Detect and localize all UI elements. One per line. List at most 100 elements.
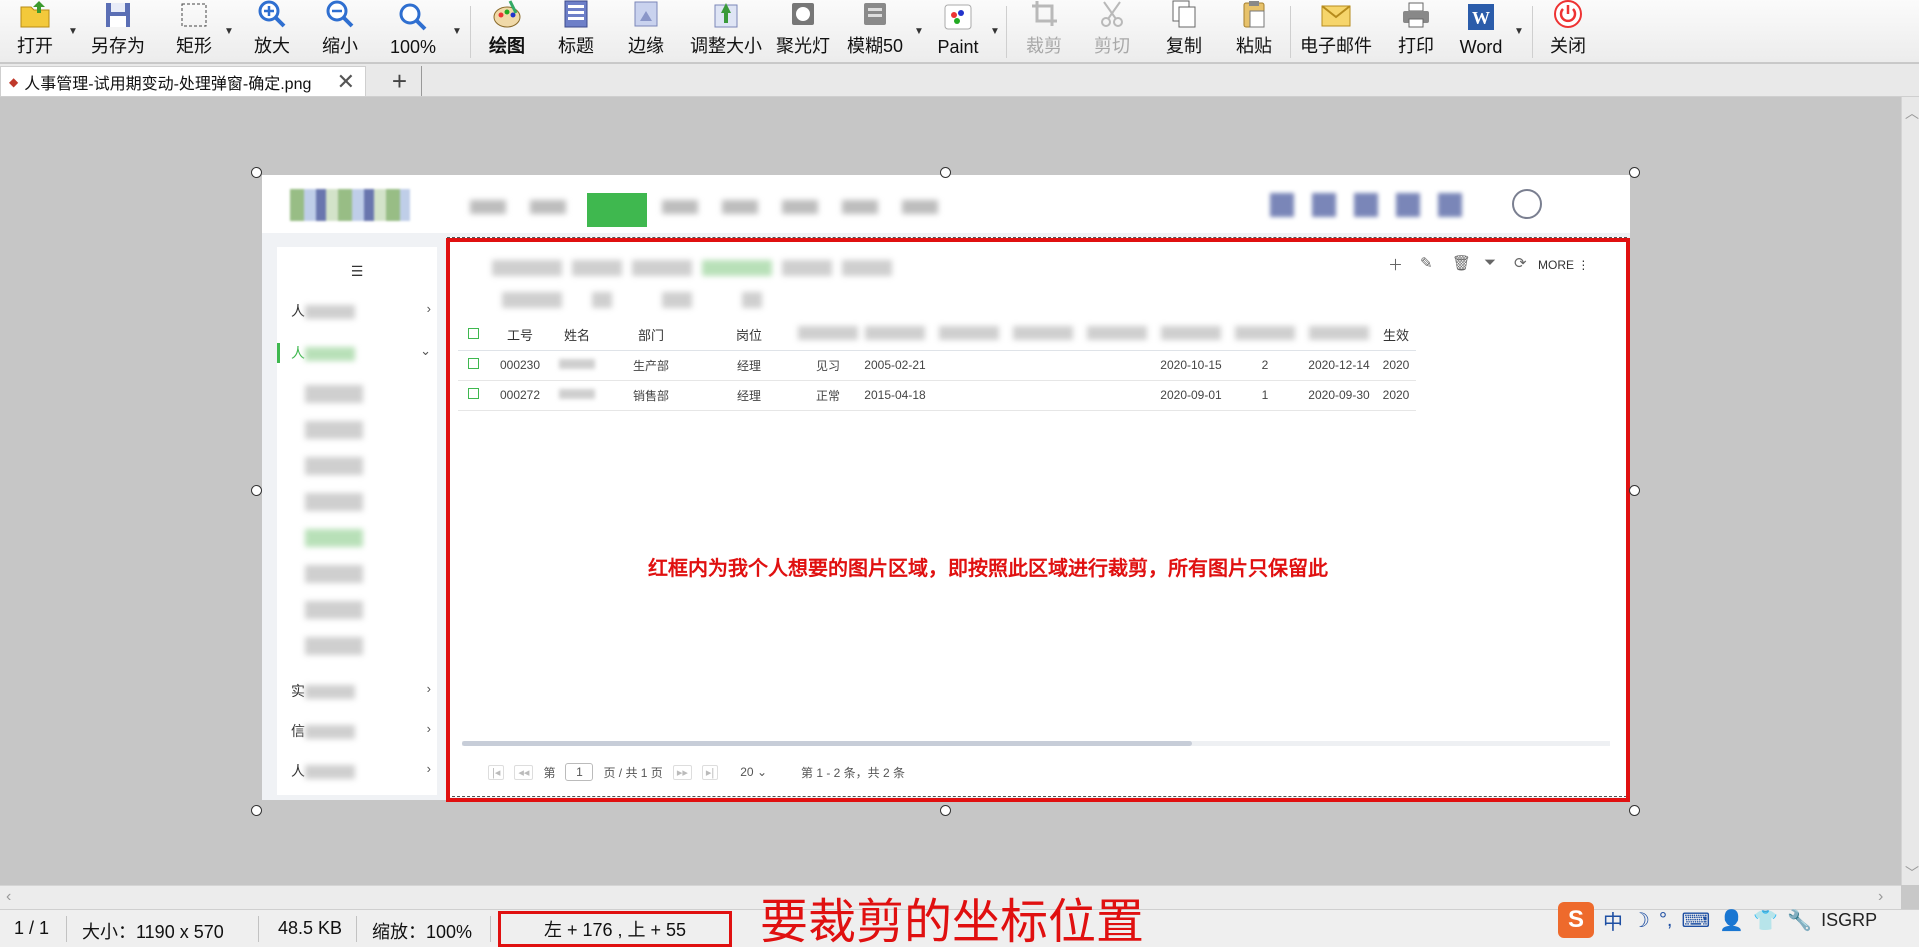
zoom-out-button[interactable]: 缩小 — [312, 0, 368, 63]
save-as-button[interactable]: 另存为 — [84, 0, 152, 63]
toolbar-divider — [470, 6, 471, 58]
punctuation-icon[interactable]: °, — [1659, 909, 1673, 932]
nav-item — [530, 200, 566, 214]
scroll-left-icon[interactable]: ‹ — [6, 888, 11, 906]
chevron-right-icon: › — [426, 681, 431, 696]
paste-button[interactable]: 粘贴 — [1226, 0, 1282, 63]
image-dimensions: 大小：1190 x 570 — [82, 922, 224, 942]
blur-dropdown-icon[interactable]: ▼ — [914, 26, 924, 37]
resize-handle-n[interactable] — [940, 167, 951, 178]
scroll-down-icon[interactable]: ﹀ — [1905, 863, 1919, 883]
sogou-logo-icon[interactable]: S — [1558, 902, 1594, 938]
magnifier-icon — [396, 0, 430, 34]
moon-icon[interactable]: ☽ — [1632, 908, 1650, 933]
sidebar-subitem — [305, 457, 363, 475]
chevron-right-icon: › — [426, 721, 431, 736]
shirt-icon[interactable]: 👕 — [1753, 908, 1778, 933]
word-dropdown-icon[interactable]: ▼ — [1514, 26, 1524, 37]
resize-handle-sw[interactable] — [251, 805, 262, 816]
avatar — [1512, 189, 1542, 219]
header-icon — [1354, 193, 1378, 217]
draw-button[interactable]: 绘图 — [478, 0, 536, 63]
tab-close-icon[interactable]: ✕ — [337, 69, 355, 95]
floppy-icon — [101, 0, 135, 29]
blur-button[interactable]: 模糊50 — [842, 0, 908, 63]
folder-icon — [18, 0, 52, 29]
vertical-scrollbar[interactable]: ︿ ﹀ — [1901, 97, 1919, 885]
crop-button[interactable]: 裁剪 — [1016, 0, 1072, 63]
chevron-down-icon: ⌄ — [420, 343, 431, 358]
rectangle-dropdown-icon[interactable]: ▼ — [224, 26, 234, 37]
chevron-right-icon: › — [426, 761, 431, 776]
file-size: 48.5 KB — [278, 918, 343, 938]
nav-item — [902, 200, 938, 214]
nav-item — [470, 200, 506, 214]
resize-handle-ne[interactable] — [1629, 167, 1640, 178]
paint-button[interactable]: Paint — [928, 0, 988, 63]
paint-icon — [941, 0, 975, 34]
sidebar-subitem — [305, 385, 363, 403]
caption-button[interactable]: 标题 — [548, 0, 604, 63]
resize-handle-se[interactable] — [1629, 805, 1640, 816]
zoom-dropdown-icon[interactable]: ▼ — [452, 26, 462, 37]
wrench-icon[interactable]: 🔧 — [1787, 908, 1812, 933]
envelope-icon — [1319, 0, 1353, 29]
keyboard-icon[interactable]: ⌨ — [1682, 908, 1711, 933]
scissors-icon — [1095, 0, 1129, 29]
tab-bar: ◆ 人事管理-试用期变动-处理弹窗-确定.png ✕ + — [0, 64, 1919, 97]
printer-icon — [1399, 0, 1433, 29]
paint-dropdown-icon[interactable]: ▼ — [990, 26, 1000, 37]
resize-icon — [709, 0, 743, 29]
main-toolbar: 打开 ▼ 另存为 矩形 ▼ 放大 缩小 100% ▼ 绘图 标题 边缘 调整大小 — [0, 0, 1919, 63]
scroll-up-icon[interactable]: ︿ — [1905, 103, 1919, 123]
border-icon — [629, 0, 663, 29]
copy-button[interactable]: 复制 — [1156, 0, 1212, 63]
crop-annotation-text: 红框内为我个人想要的图片区域，即按照此区域进行裁剪，所有图片只保留此 — [648, 558, 1328, 580]
sidebar-subitem — [305, 565, 363, 583]
word-button[interactable]: W Word — [1452, 0, 1510, 63]
resize-handle-e[interactable] — [1629, 485, 1640, 496]
page-indicator: 1 / 1 — [14, 918, 50, 938]
print-button[interactable]: 打印 — [1388, 0, 1444, 63]
app-header — [262, 175, 1630, 233]
rectangle-button[interactable]: 矩形 — [166, 0, 222, 63]
new-tab-button[interactable]: + — [378, 66, 422, 96]
zoom-100-button[interactable]: 100% — [382, 0, 444, 63]
zoom-in-button[interactable]: 放大 — [244, 0, 300, 63]
scroll-right-icon[interactable]: › — [1878, 888, 1883, 906]
zoom-in-icon — [255, 0, 289, 29]
sidebar-item: 人 › — [291, 301, 431, 320]
crop-region-outline — [446, 238, 1630, 802]
resize-handle-s[interactable] — [940, 805, 951, 816]
email-button[interactable]: 电子邮件 — [1296, 0, 1376, 63]
cut-button[interactable]: 剪切 — [1084, 0, 1140, 63]
border-button[interactable]: 边缘 — [618, 0, 674, 63]
clipboard-icon — [1237, 0, 1271, 29]
word-icon: W — [1464, 0, 1498, 34]
resize-handle-w[interactable] — [251, 485, 262, 496]
ime-toolbar: S 中 ☽ °, ⌨ 👤 👕 🔧 ISGRP — [1558, 900, 1877, 940]
nav-item-active — [587, 193, 647, 227]
select-rectangle-icon — [177, 0, 211, 29]
sidebar-subitem — [305, 493, 363, 511]
open-dropdown-icon[interactable]: ▼ — [68, 26, 78, 37]
sidebar-subitem — [305, 421, 363, 439]
ime-mode[interactable]: 中 — [1603, 906, 1623, 935]
nav-item — [842, 200, 878, 214]
spotlight-button[interactable]: 聚光灯 — [774, 0, 832, 63]
close-button[interactable]: 关闭 — [1540, 0, 1596, 63]
sidebar-subitem — [305, 637, 363, 655]
open-button[interactable]: 打开 — [6, 0, 64, 63]
caption-icon — [559, 0, 593, 29]
sidebar-item: 实 › — [291, 681, 431, 700]
blur-icon — [858, 0, 892, 29]
sidebar-subitem-active — [305, 529, 363, 547]
modified-dot-icon: ◆ — [9, 74, 19, 89]
collapse-icon: ☰ — [350, 263, 364, 279]
palette-icon — [490, 0, 524, 29]
tab-image-file[interactable]: ◆ 人事管理-试用期变动-处理弹窗-确定.png ✕ — [0, 66, 366, 96]
resize-button[interactable]: 调整大小 — [684, 0, 768, 63]
user-icon[interactable]: 👤 — [1719, 908, 1744, 933]
sidebar-item: 信 › — [291, 721, 431, 740]
resize-handle-nw[interactable] — [251, 167, 262, 178]
